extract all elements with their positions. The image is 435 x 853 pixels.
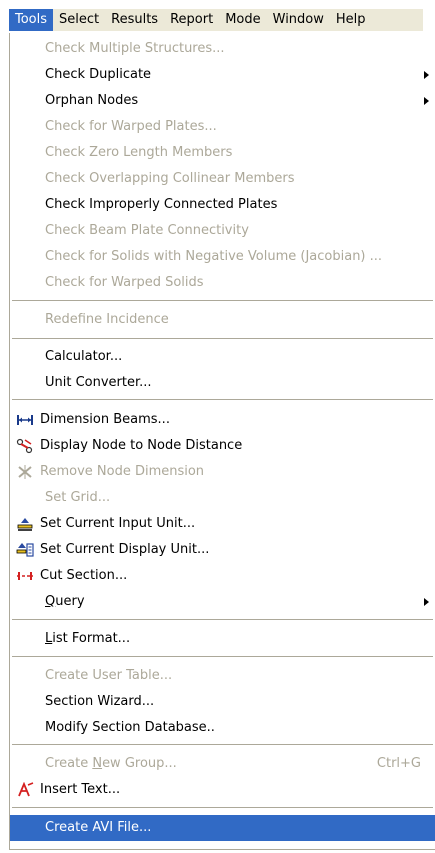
menu-item-label: Create New Group... xyxy=(45,756,177,771)
menu-item-remove-node-dimension[interactable]: Remove Node Dimension xyxy=(10,459,435,485)
menu-results[interactable]: Results xyxy=(105,9,164,31)
menu-item-list-format[interactable]: List Format... xyxy=(10,626,435,652)
menu-item-set-current-input-unit[interactable]: Set Current Input Unit... xyxy=(10,511,435,537)
menu-item-check-warped-plates[interactable]: Check for Warped Plates... xyxy=(10,114,435,140)
menu-item-label: Check for Solids with Negative Volume (J… xyxy=(45,249,383,264)
menu-item-dimension-beams[interactable]: Dimension Beams... xyxy=(10,407,435,433)
menu-report[interactable]: Report xyxy=(164,9,219,31)
shortcut-label: Ctrl+G xyxy=(376,756,421,771)
menu-item-cut-section[interactable]: Cut Section... xyxy=(10,563,435,589)
menu-item-label: Unit Converter... xyxy=(45,375,152,390)
menu-item-label: Check Zero Length Members xyxy=(45,145,233,160)
menu-item-create-new-group[interactable]: Create New Group... Ctrl+G xyxy=(10,751,435,777)
menu-item-label: Check for Warped Plates... xyxy=(45,119,217,134)
menu-item-label: Check Duplicate xyxy=(45,67,152,82)
menu-item-label: Set Current Display Unit... xyxy=(40,542,210,557)
menu-item-unit-converter[interactable]: Unit Converter... xyxy=(10,370,435,396)
menu-item-section-wizard[interactable]: Section Wizard... xyxy=(10,689,435,715)
menu-separator xyxy=(12,399,433,401)
menu-item-label: Check Beam Plate Connectivity xyxy=(45,223,249,238)
input-unit-icon xyxy=(16,516,34,532)
menu-item-label: Query xyxy=(45,594,85,609)
menu-item-check-warped-solids[interactable]: Check for Warped Solids xyxy=(10,270,435,296)
menu-bar: Tools Select Results Report Mode Window … xyxy=(9,9,423,31)
display-unit-icon xyxy=(16,542,34,558)
menu-item-label: Dimension Beams... xyxy=(40,412,170,427)
menu-mode[interactable]: Mode xyxy=(219,9,266,31)
remove-node-dimension-icon xyxy=(16,464,34,480)
menu-item-check-multiple-structures[interactable]: Check Multiple Structures... xyxy=(10,36,435,62)
menu-item-label: Calculator... xyxy=(45,349,123,364)
menu-help[interactable]: Help xyxy=(330,9,372,31)
menu-item-set-grid[interactable]: Set Grid... xyxy=(10,485,435,511)
menu-item-label: Create User Table... xyxy=(45,668,173,683)
submenu-arrow-icon xyxy=(424,71,429,79)
menu-item-label: Check Multiple Structures... xyxy=(45,41,225,56)
dimension-beams-icon xyxy=(16,412,34,428)
menu-separator xyxy=(12,300,433,302)
menu-item-set-current-display-unit[interactable]: Set Current Display Unit... xyxy=(10,537,435,563)
node-distance-icon xyxy=(16,438,34,454)
menu-item-label: Remove Node Dimension xyxy=(40,464,205,479)
menu-item-label: Orphan Nodes xyxy=(45,93,139,108)
menu-item-display-node-distance[interactable]: Display Node to Node Distance xyxy=(10,433,435,459)
menu-item-check-duplicate[interactable]: Check Duplicate xyxy=(10,62,435,88)
menu-separator xyxy=(12,656,433,658)
menu-item-label: Cut Section... xyxy=(40,568,128,583)
menu-item-label: Check Overlapping Collinear Members xyxy=(45,171,295,186)
menu-separator xyxy=(12,744,433,746)
menu-item-label: Set Current Input Unit... xyxy=(40,516,196,531)
menu-item-label: Insert Text... xyxy=(40,782,121,797)
menu-item-check-beam-plate-connectivity[interactable]: Check Beam Plate Connectivity xyxy=(10,218,435,244)
menu-item-check-solids-negative-volume[interactable]: Check for Solids with Negative Volume (J… xyxy=(10,244,435,270)
menu-item-label: Check Improperly Connected Plates xyxy=(45,197,278,212)
menu-item-redefine-incidence[interactable]: Redefine Incidence xyxy=(10,307,435,333)
menu-tools[interactable]: Tools xyxy=(9,9,54,31)
menu-item-label: Check for Warped Solids xyxy=(45,275,204,290)
menu-item-label: Display Node to Node Distance xyxy=(40,438,243,453)
menu-item-label: Modify Section Database.. xyxy=(45,720,215,735)
menu-item-modify-section-database[interactable]: Modify Section Database.. xyxy=(10,715,435,741)
menu-item-check-overlapping-collinear[interactable]: Check Overlapping Collinear Members xyxy=(10,166,435,192)
menu-item-create-avi-file[interactable]: Create AVI File... xyxy=(10,815,435,841)
menu-item-orphan-nodes[interactable]: Orphan Nodes xyxy=(10,88,435,114)
menu-select[interactable]: Select xyxy=(53,9,105,31)
menu-separator xyxy=(12,619,433,621)
menu-item-calculator[interactable]: Calculator... xyxy=(10,344,435,370)
submenu-arrow-icon xyxy=(424,97,429,105)
insert-text-icon xyxy=(16,781,34,798)
menu-item-label: Create AVI File... xyxy=(45,820,152,835)
menu-separator xyxy=(12,338,433,340)
menu-item-check-improperly-connected-plates[interactable]: Check Improperly Connected Plates xyxy=(10,192,435,218)
menu-window[interactable]: Window xyxy=(267,9,330,31)
menu-item-query[interactable]: Query xyxy=(10,589,435,615)
menu-item-insert-text[interactable]: Insert Text... xyxy=(10,777,435,803)
menu-item-label: Set Grid... xyxy=(45,490,111,505)
cut-section-icon xyxy=(16,568,34,584)
menu-item-label: Redefine Incidence xyxy=(45,312,169,327)
menu-separator xyxy=(12,807,433,809)
submenu-arrow-icon xyxy=(424,598,429,606)
menu-item-label: List Format... xyxy=(45,631,131,646)
tools-dropdown-menu: Check Multiple Structures... Check Dupli… xyxy=(9,33,435,850)
menu-item-create-user-table[interactable]: Create User Table... xyxy=(10,663,435,689)
menu-item-label: Section Wizard... xyxy=(45,694,155,709)
menu-item-check-zero-length-members[interactable]: Check Zero Length Members xyxy=(10,140,435,166)
